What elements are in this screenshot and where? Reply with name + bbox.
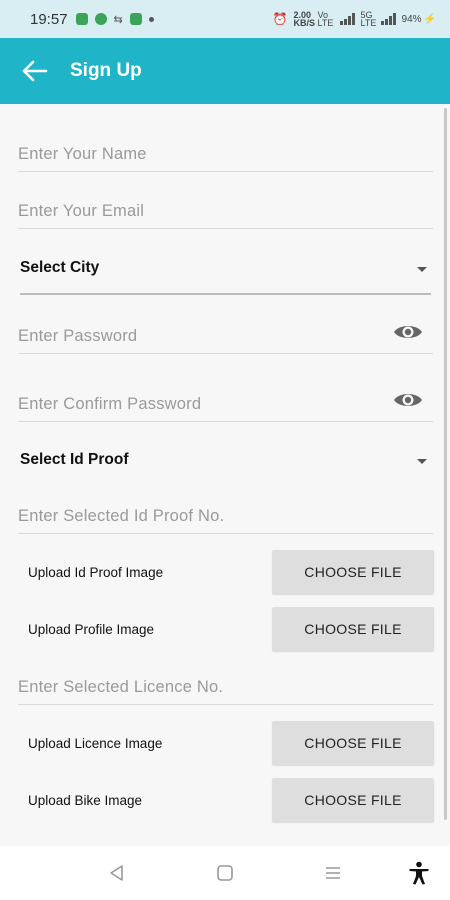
licence-number-placeholder: Enter Selected Licence No. — [18, 678, 224, 696]
choose-file-button[interactable]: CHOOSE FILE — [272, 607, 434, 651]
missed-call-icon: ⇆ — [113, 13, 123, 26]
status-time: 19:57 — [30, 10, 68, 28]
confirm-password-field[interactable]: Enter Confirm Password — [18, 378, 433, 422]
password-field[interactable]: Enter Password — [18, 310, 433, 354]
signal-icon-2 — [380, 13, 396, 25]
app-bar: Sign Up — [0, 38, 450, 104]
upload-id-proof-label: Upload Id Proof Image — [28, 564, 164, 580]
city-select[interactable]: Select City — [20, 245, 431, 295]
net-type-1: Vo LTE — [317, 10, 334, 28]
arrow-left-icon — [22, 60, 48, 82]
upload-bike-label: Upload Bike Image — [28, 792, 143, 808]
eye-icon[interactable] — [393, 390, 423, 415]
app-notification-icon — [129, 13, 142, 25]
battery-indicator: 94% ⚡ — [402, 14, 436, 25]
status-bar: 19:57 ⇆ ⏰ 2.00 KB/S Vo LTE 5G LTE 94% ⚡ — [0, 0, 450, 38]
choose-file-button[interactable]: CHOOSE FILE — [272, 721, 434, 765]
system-nav-bar — [0, 846, 450, 900]
upload-profile-label: Upload Profile Image — [28, 621, 155, 637]
id-proof-select[interactable]: Select Id Proof — [20, 437, 431, 487]
network-speed: 2.00 KB/S — [293, 10, 316, 28]
confirm-password-placeholder: Enter Confirm Password — [18, 395, 202, 413]
notification-icons: ⇆ — [75, 13, 154, 26]
upload-licence-row: Upload Licence Image CHOOSE FILE — [28, 721, 434, 765]
name-field[interactable]: Enter Your Name — [18, 128, 433, 172]
signal-icon — [339, 13, 355, 25]
city-select-label: Select City — [20, 259, 100, 276]
status-right: ⏰ 2.00 KB/S Vo LTE 5G LTE 94% ⚡ — [272, 10, 436, 28]
choose-file-button[interactable]: CHOOSE FILE — [272, 778, 434, 822]
triangle-back-icon[interactable] — [108, 864, 126, 882]
eye-icon[interactable] — [393, 322, 423, 347]
battery-level: 94% — [401, 13, 422, 25]
id-proof-select-label: Select Id Proof — [20, 451, 129, 468]
name-placeholder: Enter Your Name — [18, 145, 147, 163]
upload-licence-label: Upload Licence Image — [28, 735, 163, 751]
chevron-down-icon — [417, 459, 427, 464]
accessibility-icon[interactable] — [408, 861, 430, 885]
email-field[interactable]: Enter Your Email — [18, 185, 433, 229]
square-home-icon[interactable] — [216, 864, 234, 882]
whatsapp-icon — [94, 13, 107, 25]
id-proof-number-field[interactable]: Enter Selected Id Proof No. — [18, 490, 433, 534]
id-proof-number-placeholder: Enter Selected Id Proof No. — [18, 507, 225, 525]
scrollbar[interactable] — [444, 108, 447, 820]
more-dot-icon — [148, 16, 154, 22]
password-placeholder: Enter Password — [18, 327, 138, 345]
licence-number-field[interactable]: Enter Selected Licence No. — [18, 661, 433, 705]
page-title: Sign Up — [70, 60, 142, 81]
choose-file-button[interactable]: CHOOSE FILE — [272, 550, 434, 594]
upload-id-proof-row: Upload Id Proof Image CHOOSE FILE — [28, 550, 434, 594]
upload-profile-row: Upload Profile Image CHOOSE FILE — [28, 607, 434, 651]
charging-icon: ⚡ — [423, 13, 436, 25]
net-type-2: 5G LTE — [360, 10, 377, 28]
upload-bike-row: Upload Bike Image CHOOSE FILE — [28, 778, 434, 822]
chevron-down-icon — [417, 267, 427, 272]
messages-icon — [75, 13, 88, 25]
alarm-icon: ⏰ — [272, 12, 288, 26]
menu-lines-icon[interactable] — [324, 864, 342, 882]
back-button[interactable] — [0, 38, 70, 104]
email-placeholder: Enter Your Email — [18, 202, 145, 220]
